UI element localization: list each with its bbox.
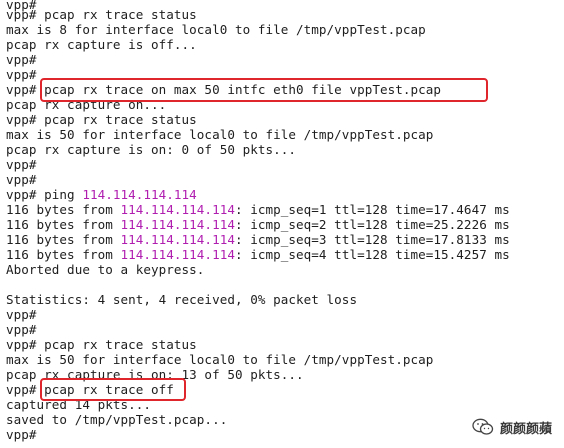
terminal-line: captured 14 pkts... [6, 397, 152, 412]
terminal-line: Aborted due to a keypress. [6, 262, 205, 277]
terminal-line: saved to /tmp/vppTest.pcap... [6, 412, 228, 427]
wechat-icon [472, 418, 494, 435]
terminal-line: 116 bytes from 114.114.114.114: icmp_seq… [6, 232, 510, 247]
terminal-line: max is 8 for interface local0 to file /t… [6, 22, 426, 37]
terminal-line: vpp# pcap rx trace on max 50 intfc eth0 … [6, 82, 442, 97]
ip-address: 114.114.114.114 [120, 202, 235, 217]
line-prefix: vpp# ping [6, 187, 83, 202]
line-prefix: 116 bytes from [6, 247, 121, 262]
terminal-line: vpp# [6, 67, 37, 82]
terminal-line: pcap rx capture is off... [6, 37, 197, 52]
terminal-line: 116 bytes from 114.114.114.114: icmp_seq… [6, 217, 510, 232]
terminal-line: vpp# [6, 427, 37, 442]
line-suffix: : icmp_seq=2 ttl=128 time=25.2226 ms [234, 217, 510, 232]
terminal-line: pcap rx capture is on: 13 of 50 pkts... [6, 367, 304, 382]
ip-address: 114.114.114.114 [82, 187, 197, 202]
terminal-line: 116 bytes from 114.114.114.114: icmp_seq… [6, 202, 510, 217]
terminal-line: Statistics: 4 sent, 4 received, 0% packe… [6, 292, 358, 307]
line-prefix: 116 bytes from [6, 217, 121, 232]
terminal-line: vpp# [6, 307, 37, 322]
line-suffix: : icmp_seq=4 ttl=128 time=15.4257 ms [234, 247, 510, 262]
ip-address: 114.114.114.114 [120, 217, 235, 232]
line-prefix: 116 bytes from [6, 232, 121, 247]
terminal-line: pcap rx capture on... [6, 97, 167, 112]
terminal-line: vpp# ping 114.114.114.114 [6, 187, 197, 202]
ip-address: 114.114.114.114 [120, 232, 235, 247]
line-suffix: : icmp_seq=1 ttl=128 time=17.4647 ms [234, 202, 510, 217]
watermark-text: 颜颜颜蘋 [499, 421, 552, 437]
watermark: 颜颜颜蘋 [472, 416, 552, 438]
terminal-line: vpp# [6, 172, 37, 187]
terminal-line: vpp# [6, 322, 37, 337]
line-suffix: : icmp_seq=3 ttl=128 time=17.8133 ms [234, 232, 510, 247]
ip-address: 114.114.114.114 [120, 247, 235, 262]
terminal-line: vpp# [6, 52, 37, 67]
terminal-line: max is 50 for interface local0 to file /… [6, 127, 434, 142]
terminal-window[interactable]: vpp# vpp# pcap rx trace status max is 8 … [0, 0, 564, 448]
terminal-line: vpp# pcap rx trace status [6, 112, 197, 127]
terminal-line: vpp# [6, 157, 37, 172]
terminal-line: vpp# pcap rx trace status [6, 337, 197, 352]
terminal-line: vpp# pcap rx trace status [6, 7, 197, 22]
line-prefix: 116 bytes from [6, 202, 121, 217]
terminal-line: pcap rx capture is on: 0 of 50 pkts... [6, 142, 297, 157]
terminal-line: vpp# pcap rx trace off [6, 382, 174, 397]
terminal-line: max is 50 for interface local0 to file /… [6, 352, 434, 367]
terminal-line: 116 bytes from 114.114.114.114: icmp_seq… [6, 247, 510, 262]
